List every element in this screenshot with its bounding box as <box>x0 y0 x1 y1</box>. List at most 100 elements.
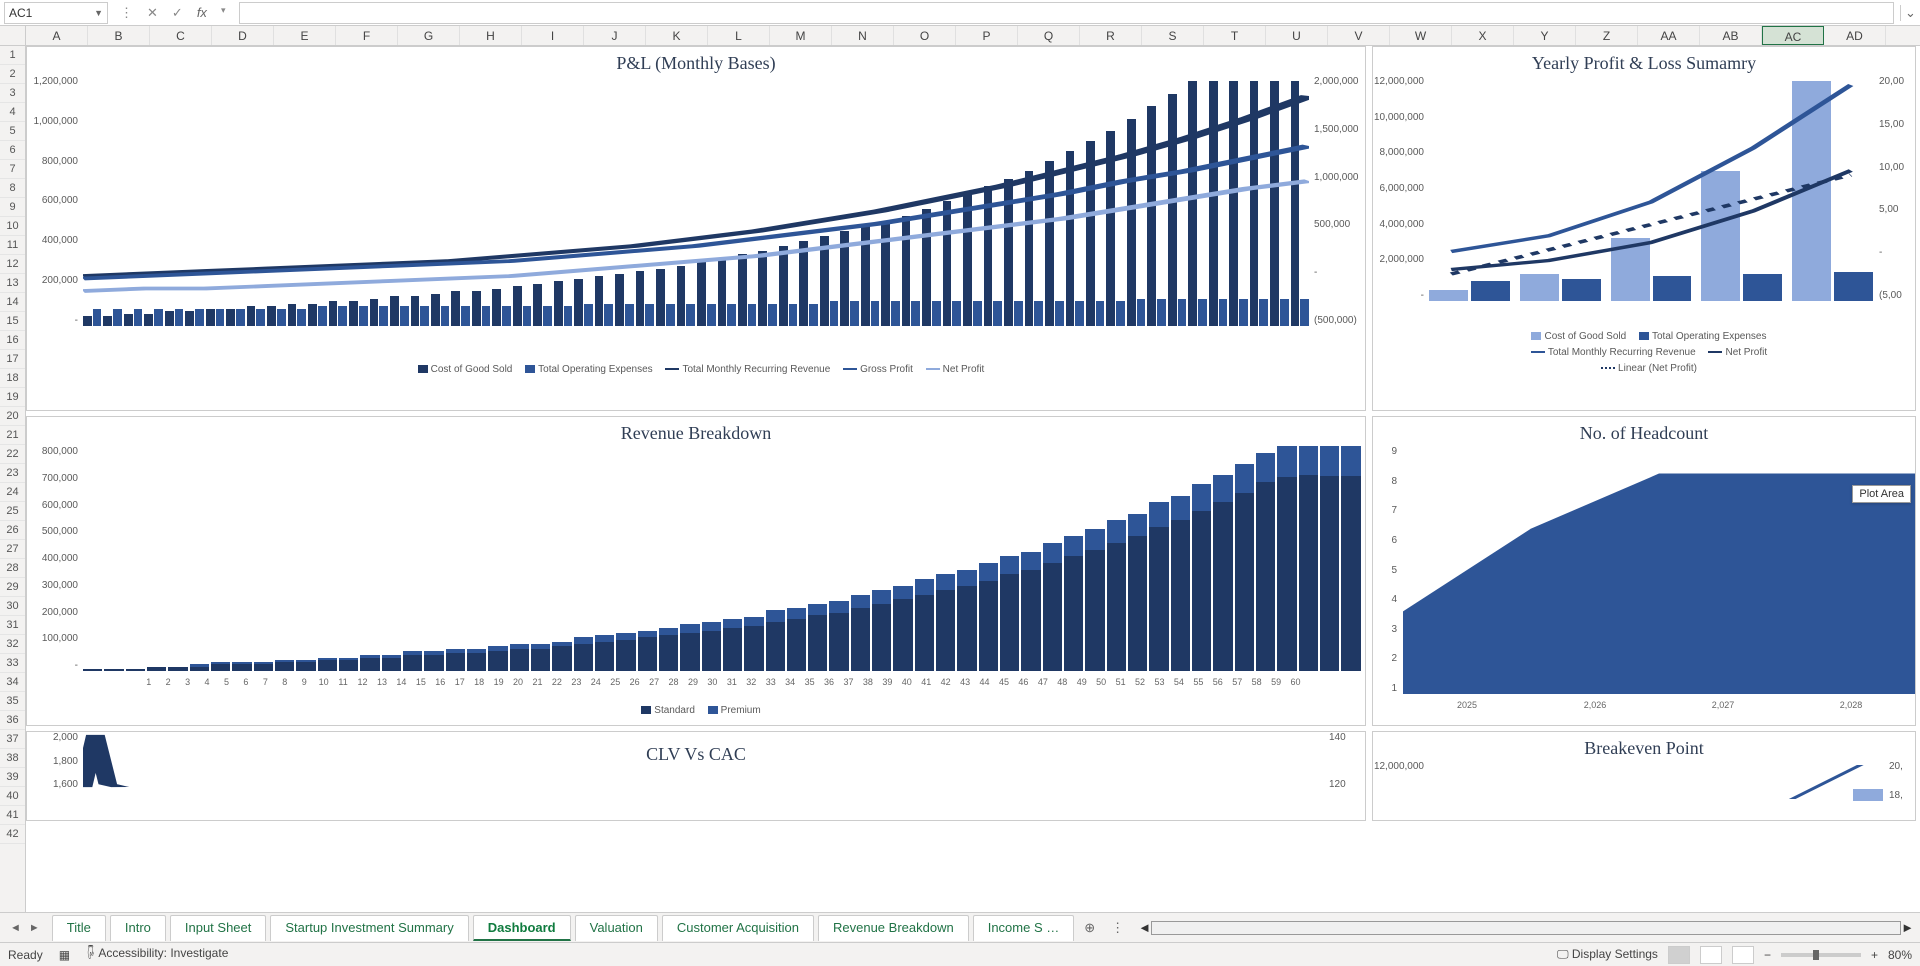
row-header[interactable]: 1 <box>0 46 25 65</box>
sheet-tab[interactable]: Revenue Breakdown <box>818 915 969 941</box>
row-header[interactable]: 28 <box>0 559 25 578</box>
column-header[interactable]: W <box>1390 26 1452 45</box>
tab-next-icon[interactable]: ► <box>29 922 40 934</box>
sheet-tab[interactable]: Intro <box>110 915 166 941</box>
sheet-tab[interactable]: Title <box>52 915 106 941</box>
row-header[interactable]: 38 <box>0 749 25 768</box>
column-header[interactable]: AC <box>1762 26 1824 45</box>
row-header[interactable]: 33 <box>0 654 25 673</box>
column-header[interactable]: O <box>894 26 956 45</box>
column-header[interactable]: S <box>1142 26 1204 45</box>
row-header[interactable]: 13 <box>0 274 25 293</box>
horizontal-scroll[interactable]: ◄ ► <box>1132 920 1920 935</box>
zoom-out-icon[interactable]: − <box>1764 948 1771 962</box>
column-header[interactable]: D <box>212 26 274 45</box>
column-header[interactable]: Y <box>1514 26 1576 45</box>
row-header[interactable]: 32 <box>0 635 25 654</box>
row-header[interactable]: 37 <box>0 730 25 749</box>
plot-area[interactable] <box>83 76 1309 326</box>
name-box-dropdown-icon[interactable]: ▼ <box>94 8 103 18</box>
column-header[interactable]: R <box>1080 26 1142 45</box>
row-header[interactable]: 15 <box>0 312 25 331</box>
chart-breakeven[interactable]: Breakeven Point 12,000,000 20,18, <box>1372 731 1916 821</box>
row-header[interactable]: 11 <box>0 236 25 255</box>
row-header[interactable]: 12 <box>0 255 25 274</box>
sheet-tab[interactable]: Income S … <box>973 915 1075 941</box>
scroll-left-icon[interactable]: ◄ <box>1138 920 1151 935</box>
column-header[interactable]: AD <box>1824 26 1886 45</box>
row-header[interactable]: 21 <box>0 426 25 445</box>
row-header[interactable]: 35 <box>0 692 25 711</box>
column-header[interactable]: B <box>88 26 150 45</box>
row-header[interactable]: 23 <box>0 464 25 483</box>
column-header[interactable]: F <box>336 26 398 45</box>
plot-area[interactable]: 1234567891011121314151617181920212223242… <box>83 446 1361 671</box>
zoom-level[interactable]: 80% <box>1888 948 1912 962</box>
row-header[interactable]: 2 <box>0 65 25 84</box>
row-header[interactable]: 29 <box>0 578 25 597</box>
plot-area[interactable] <box>1429 76 1873 301</box>
row-header[interactable]: 10 <box>0 217 25 236</box>
column-header[interactable]: I <box>522 26 584 45</box>
row-header[interactable]: 24 <box>0 483 25 502</box>
row-header[interactable]: 31 <box>0 616 25 635</box>
row-header[interactable]: 22 <box>0 445 25 464</box>
row-header[interactable]: 42 <box>0 825 25 844</box>
row-header[interactable]: 16 <box>0 331 25 350</box>
row-header[interactable]: 3 <box>0 84 25 103</box>
add-sheet-icon[interactable]: ⊕ <box>1076 920 1103 936</box>
row-header[interactable]: 26 <box>0 521 25 540</box>
sheet-tab[interactable]: Customer Acquisition <box>662 915 814 941</box>
column-header[interactable]: U <box>1266 26 1328 45</box>
row-header[interactable]: 9 <box>0 198 25 217</box>
row-header[interactable]: 5 <box>0 122 25 141</box>
row-header[interactable]: 17 <box>0 350 25 369</box>
sheet-tab[interactable]: Input Sheet <box>170 915 267 941</box>
row-header[interactable]: 27 <box>0 540 25 559</box>
row-header[interactable]: 34 <box>0 673 25 692</box>
cancel-icon[interactable]: ✕ <box>147 5 158 21</box>
column-header[interactable]: Q <box>1018 26 1080 45</box>
page-break-view-button[interactable] <box>1732 946 1754 964</box>
dropdown-icon[interactable]: ⋮ <box>120 5 133 21</box>
column-header[interactable]: J <box>584 26 646 45</box>
fx-dropdown-icon[interactable]: ▾ <box>221 5 226 21</box>
column-header[interactable]: G <box>398 26 460 45</box>
row-header[interactable]: 36 <box>0 711 25 730</box>
column-header[interactable]: T <box>1204 26 1266 45</box>
plot-area[interactable] <box>1429 761 1883 801</box>
chart-revenue-breakdown[interactable]: Revenue Breakdown 800,000700,000600,0005… <box>26 416 1366 726</box>
select-all-cell[interactable] <box>0 26 26 45</box>
row-header[interactable]: 7 <box>0 160 25 179</box>
page-layout-view-button[interactable] <box>1700 946 1722 964</box>
accept-icon[interactable]: ✓ <box>172 5 183 21</box>
tabs-options-icon[interactable]: ⋮ <box>1103 920 1132 936</box>
formula-input[interactable] <box>239 2 1894 24</box>
column-header[interactable]: L <box>708 26 770 45</box>
sheet-tab[interactable]: Valuation <box>575 915 658 941</box>
sheet-tab[interactable]: Startup Investment Summary <box>270 915 468 941</box>
macro-icon[interactable]: ▦ <box>59 948 70 962</box>
row-header[interactable]: 39 <box>0 768 25 787</box>
normal-view-button[interactable] <box>1668 946 1690 964</box>
scroll-track[interactable] <box>1151 921 1901 935</box>
fx-icon[interactable]: fx <box>197 5 207 21</box>
column-header[interactable]: N <box>832 26 894 45</box>
scroll-right-icon[interactable]: ► <box>1901 920 1914 935</box>
row-header[interactable]: 18 <box>0 369 25 388</box>
row-header[interactable]: 20 <box>0 407 25 426</box>
chart-yearly-pnl[interactable]: Yearly Profit & Loss Sumamry 12,000,0001… <box>1372 46 1916 411</box>
accessibility-status[interactable]: 🖟 Accessibility: Investigate <box>86 944 228 965</box>
plot-area[interactable]: 20252,0262,0272,028 <box>1403 446 1915 694</box>
row-header[interactable]: 4 <box>0 103 25 122</box>
sheet-tab[interactable]: Dashboard <box>473 915 571 941</box>
column-header[interactable]: E <box>274 26 336 45</box>
column-header[interactable]: M <box>770 26 832 45</box>
column-header[interactable]: AA <box>1638 26 1700 45</box>
column-header[interactable]: A <box>26 26 88 45</box>
row-header[interactable]: 25 <box>0 502 25 521</box>
column-header[interactable]: P <box>956 26 1018 45</box>
tab-prev-icon[interactable]: ◄ <box>10 922 21 934</box>
column-header[interactable]: X <box>1452 26 1514 45</box>
chart-clv-cac[interactable]: 2,0001,8001,600 140120 CLV Vs CAC <box>26 731 1366 821</box>
